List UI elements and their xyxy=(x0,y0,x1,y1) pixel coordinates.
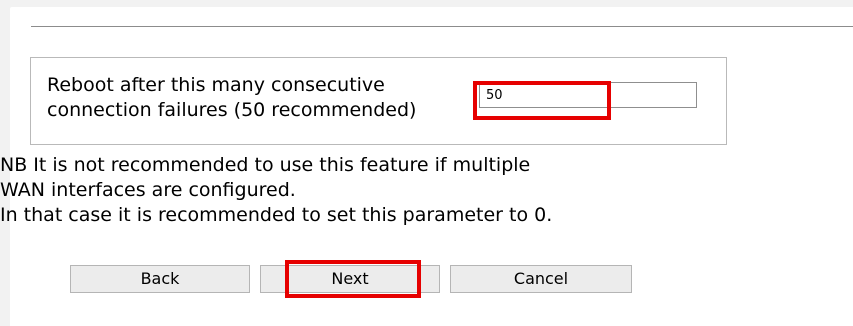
cancel-button[interactable]: Cancel xyxy=(450,265,632,293)
reboot-setting-label: Reboot after this many consecutive conne… xyxy=(47,74,417,121)
back-button[interactable]: Back xyxy=(70,265,250,293)
next-button[interactable]: Next xyxy=(260,265,440,293)
note-line: NB It is not recommended to use this fea… xyxy=(0,154,531,176)
note-text: NB It is not recommended to use this fea… xyxy=(0,153,760,228)
divider xyxy=(31,26,853,27)
reboot-failures-input[interactable] xyxy=(479,82,697,108)
note-line: WAN interfaces are configured. xyxy=(0,179,296,201)
note-line: In that case it is recommended to set th… xyxy=(0,204,553,226)
reboot-setting-box: Reboot after this many consecutive conne… xyxy=(30,57,727,145)
